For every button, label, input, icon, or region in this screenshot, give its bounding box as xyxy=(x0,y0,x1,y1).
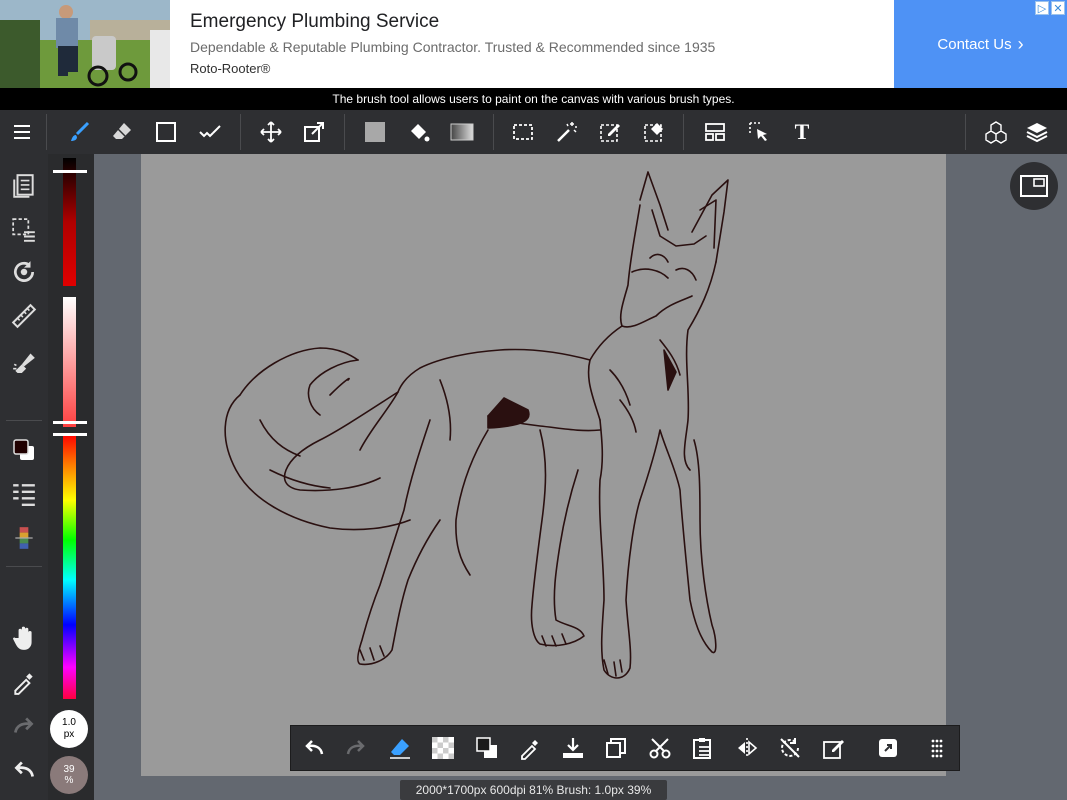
text-tool-glyph: T xyxy=(794,119,810,144)
close-icon[interactable]: ✕ xyxy=(1051,1,1065,15)
color-swatch-icon[interactable] xyxy=(4,430,44,470)
line-art xyxy=(224,171,729,679)
brush-size-value: 1.0 xyxy=(62,717,76,728)
palette-icon[interactable] xyxy=(4,518,44,558)
clear-icon[interactable] xyxy=(381,726,419,770)
navigator-button[interactable] xyxy=(1010,162,1058,210)
toolbar-separator xyxy=(493,114,494,150)
filter-icon[interactable] xyxy=(4,340,44,380)
transform-icon[interactable] xyxy=(294,110,334,154)
eyedropper-icon[interactable] xyxy=(511,726,549,770)
rotate-icon[interactable] xyxy=(4,252,44,292)
menu-icon[interactable] xyxy=(2,110,42,154)
cut-icon[interactable] xyxy=(641,726,679,770)
ad-description[interactable]: Dependable & Reputable Plumbing Contract… xyxy=(190,39,715,55)
transparent-icon[interactable] xyxy=(424,726,462,770)
3d-icon[interactable] xyxy=(976,110,1016,154)
fill-color-icon[interactable] xyxy=(355,110,395,154)
select-rect-icon[interactable] xyxy=(503,110,543,154)
opacity-button[interactable]: 39 % xyxy=(50,756,88,794)
toolbar-separator xyxy=(344,114,345,150)
layer-list-icon[interactable] xyxy=(4,474,44,514)
status-bar: 2000*1700px 600dpi 81% Brush: 1.0px 39% xyxy=(400,780,667,800)
saturation-slider[interactable] xyxy=(63,297,76,427)
toolbar-separator xyxy=(683,114,684,150)
saturation-slider-handle[interactable] xyxy=(53,421,87,424)
save-icon[interactable] xyxy=(554,726,592,770)
bucket-icon[interactable] xyxy=(399,110,439,154)
select-pen-icon[interactable] xyxy=(590,110,630,154)
brightness-slider[interactable] xyxy=(63,158,76,286)
layout-icon[interactable] xyxy=(695,110,735,154)
transform-icon[interactable] xyxy=(815,726,853,770)
toolbar-separator xyxy=(46,114,47,150)
select-layer-icon[interactable] xyxy=(739,110,779,154)
paste-icon[interactable] xyxy=(684,726,722,770)
select-eraser-icon[interactable] xyxy=(634,110,674,154)
sidebar-separator xyxy=(6,566,42,567)
hue-slider-handle[interactable] xyxy=(53,433,87,436)
redo-icon[interactable] xyxy=(4,706,44,746)
move-icon[interactable] xyxy=(251,110,291,154)
grid-icon[interactable] xyxy=(918,726,956,770)
bottom-toolbar xyxy=(290,725,960,771)
opacity-value: 39 xyxy=(63,764,75,775)
undo-icon[interactable] xyxy=(295,726,333,770)
chevron-right-icon: › xyxy=(1017,33,1024,54)
selection-icon[interactable] xyxy=(4,210,44,250)
drawing-canvas[interactable] xyxy=(141,154,946,776)
swap-color-icon[interactable] xyxy=(468,726,506,770)
gradient-icon[interactable] xyxy=(442,110,482,154)
undo-icon[interactable] xyxy=(4,750,44,790)
pages-icon[interactable] xyxy=(4,166,44,206)
layers-icon[interactable] xyxy=(1017,110,1057,154)
dot-pen-icon[interactable] xyxy=(190,110,230,154)
ad-brand[interactable]: Roto-Rooter® xyxy=(190,61,270,76)
ad-image[interactable] xyxy=(0,0,170,88)
redo-icon[interactable] xyxy=(337,726,375,770)
text-icon[interactable]: T xyxy=(782,110,822,154)
rotate-icon[interactable] xyxy=(771,726,809,770)
toolbar-separator xyxy=(965,114,966,150)
eraser-icon[interactable] xyxy=(102,110,142,154)
eyedropper-icon[interactable] xyxy=(4,662,44,702)
toolbar-separator xyxy=(240,114,241,150)
copy-icon[interactable] xyxy=(597,726,635,770)
ad-banner[interactable]: Emergency Plumbing Service Dependable & … xyxy=(0,0,1067,88)
sidebar-separator xyxy=(6,420,42,421)
tool-tooltip: The brush tool allows users to paint on … xyxy=(0,88,1067,110)
hand-icon[interactable] xyxy=(4,618,44,658)
ad-choices[interactable]: ▷ ✕ xyxy=(1035,1,1065,15)
ad-info-icon[interactable]: ▷ xyxy=(1035,1,1049,15)
brush-icon[interactable] xyxy=(60,110,100,154)
flip-icon[interactable] xyxy=(728,726,766,770)
rectangle-icon[interactable] xyxy=(146,110,186,154)
navigator-icon xyxy=(1020,175,1048,197)
ruler-icon[interactable] xyxy=(4,296,44,336)
ad-title[interactable]: Emergency Plumbing Service xyxy=(190,11,439,33)
brush-size-button[interactable]: 1.0 px xyxy=(50,710,88,748)
hue-slider[interactable] xyxy=(63,434,76,699)
ad-contact-label: Contact Us xyxy=(937,35,1012,53)
share-icon[interactable] xyxy=(869,726,907,770)
top-toolbar: T xyxy=(0,110,1067,154)
opacity-unit: % xyxy=(64,775,74,786)
app-root: Emergency Plumbing Service Dependable & … xyxy=(0,0,1067,800)
left-sidebar xyxy=(0,154,48,800)
magic-wand-icon[interactable] xyxy=(547,110,587,154)
brush-size-unit: px xyxy=(63,729,75,740)
brightness-slider-handle[interactable] xyxy=(53,170,87,173)
